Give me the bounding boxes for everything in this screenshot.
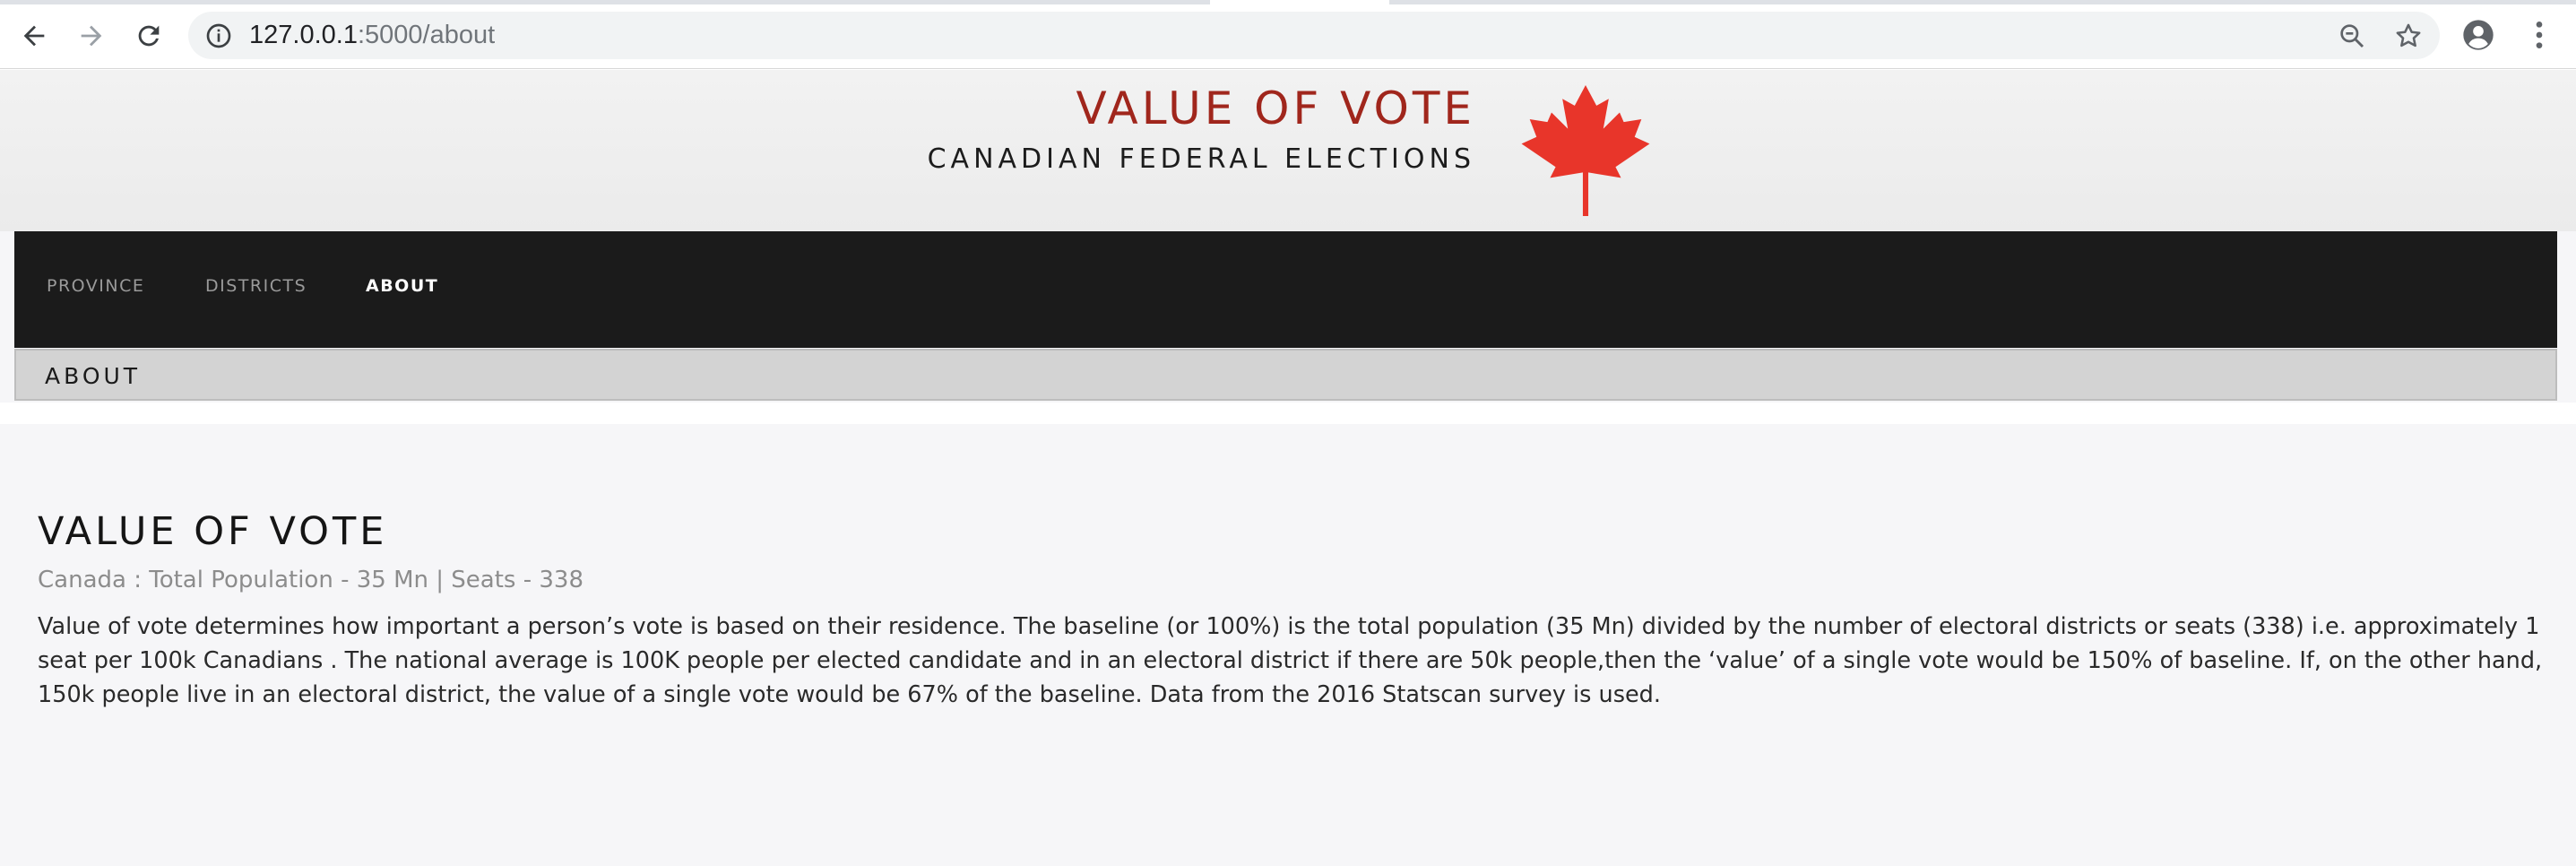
site-header: VALUE OF VOTE CANADIAN FEDERAL ELECTIONS [0,70,2576,231]
nav-item-about[interactable]: ABOUT [366,276,438,296]
zoom-icon[interactable] [2338,22,2366,50]
back-arrow-icon[interactable] [14,16,54,56]
site-title[interactable]: VALUE OF VOTE [1076,82,1475,134]
about-content: VALUE OF VOTE Canada : Total Population … [38,509,2547,712]
star-icon[interactable] [2393,21,2424,51]
url-text[interactable]: 127.0.0.1:5000/about [249,21,495,50]
profile-icon[interactable] [2460,17,2496,53]
page-title: VALUE OF VOTE [38,509,388,554]
address-bar[interactable]: 127.0.0.1:5000/about [188,12,2440,59]
site-subtitle: CANADIAN FEDERAL ELECTIONS [927,143,1475,175]
section-bar: ABOUT [14,349,2557,401]
nav-item-province[interactable]: PROVINCE [47,276,144,296]
web-page: VALUE OF VOTE CANADIAN FEDERAL ELECTIONS… [0,70,2576,866]
browser-toolbar: 127.0.0.1:5000/about [0,0,2576,69]
population-summary: Canada : Total Population - 35 Mn | Seat… [38,567,583,593]
divider [0,403,2576,424]
forward-arrow-icon[interactable] [72,16,111,56]
menu-dots-icon[interactable] [2521,17,2557,53]
description-paragraph: Value of vote determines how important a… [38,613,2543,708]
nav-item-districts[interactable]: DISTRICTS [205,276,307,296]
reload-icon[interactable] [129,16,169,56]
main-navbar: PROVINCE DISTRICTS ABOUT [14,231,2557,348]
info-icon[interactable] [204,22,233,50]
active-tab-edge [1210,0,1389,4]
section-bar-label: ABOUT [45,363,142,389]
maple-leaf-icon [1521,85,1650,216]
